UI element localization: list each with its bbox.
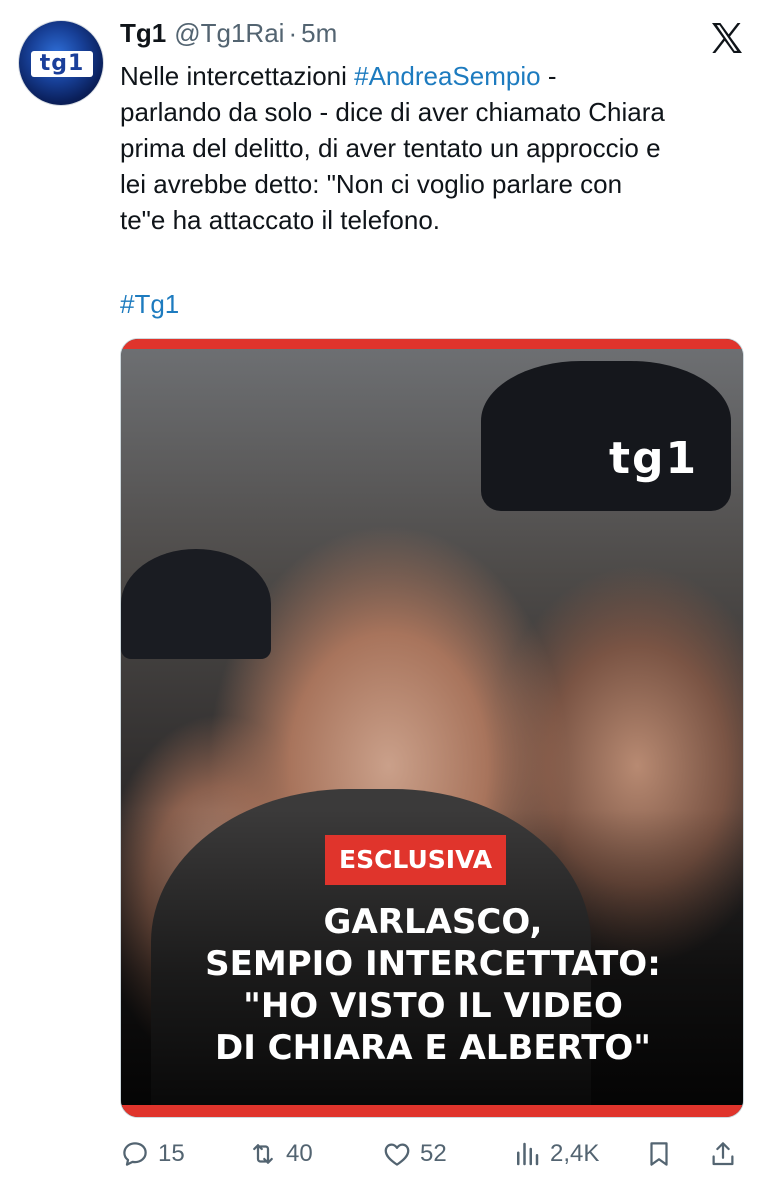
media-headline: GARLASCO, SEMPIO INTERCETTATO: "HO VISTO… [121,901,743,1069]
tweet-text-line: lei avrebbe detto: "Non ci voglio parlar… [120,169,623,199]
reply-button[interactable]: 15 [120,1132,185,1176]
x-logo-icon [712,23,742,53]
views-icon [517,1142,539,1166]
repost-count: 40 [286,1140,313,1167]
tweet-card: tg1 Tg1 @Tg1Rai · 5m Nelle intercettazio… [0,0,764,1200]
headline-line: GARLASCO, [323,902,543,942]
bookmark-icon [650,1142,668,1166]
exclusive-badge: ESCLUSIVA [325,835,507,885]
tg1-logo: tg1 [31,51,93,77]
tweet-header: Tg1 @Tg1Rai · 5m [120,18,337,52]
like-count: 52 [420,1140,447,1167]
heart-icon [384,1143,410,1166]
tweet-text-segment: Nelle intercettazioni [120,61,355,91]
headline-line: "HO VISTO IL VIDEO [243,986,623,1026]
photo-scene: tg1 ESCLUSIVA GARLASCO, SEMPIO INTERCETT… [121,349,743,1117]
share-icon [712,1142,734,1166]
reply-count: 15 [158,1140,185,1167]
tweet-text: Nelle intercettazioni #AndreaSempio - pa… [120,58,750,238]
officer-cap [121,549,271,659]
like-button[interactable]: 52 [382,1132,447,1176]
user-handle[interactable]: @Tg1Rai [174,18,284,49]
repost-button[interactable]: 40 [248,1132,313,1176]
tweet-text-line: Nelle intercettazioni #AndreaSempio - [120,58,750,94]
media-image[interactable]: tg1 ESCLUSIVA GARLASCO, SEMPIO INTERCETT… [120,338,744,1118]
media-top-bar [121,339,743,349]
avatar[interactable]: tg1 [18,20,104,106]
headline-line: SEMPIO INTERCETTATO: [205,944,661,984]
hashtag-line: #Tg1 [120,286,179,322]
views-button[interactable]: 2,4K [512,1132,599,1176]
separator-dot: · [288,18,298,48]
repost-icon [253,1144,273,1164]
tweet-text-line: parlando da solo - dice di aver chiamato… [120,97,665,127]
action-bar: 15 40 52 2,4K [120,1132,750,1176]
hashtag-link[interactable]: #AndreaSempio [354,61,540,91]
bookmark-button[interactable] [644,1132,682,1176]
tg1-watermark: tg1 [609,433,699,484]
share-button[interactable] [708,1132,746,1176]
headline-line: DI CHIARA E ALBERTO" [214,1028,652,1068]
reply-icon [123,1142,147,1166]
media-bottom-bar [121,1105,743,1117]
tweet-text-line: prima del delitto, di aver tentato un ap… [120,133,661,163]
timestamp[interactable]: 5m [301,18,337,49]
tweet-text-line: te"e ha attaccato il telefono. [120,205,440,235]
display-name[interactable]: Tg1 [120,18,166,49]
tweet-text-segment: - [540,61,557,91]
hashtag-link[interactable]: #Tg1 [120,289,179,319]
views-count: 2,4K [550,1140,600,1167]
